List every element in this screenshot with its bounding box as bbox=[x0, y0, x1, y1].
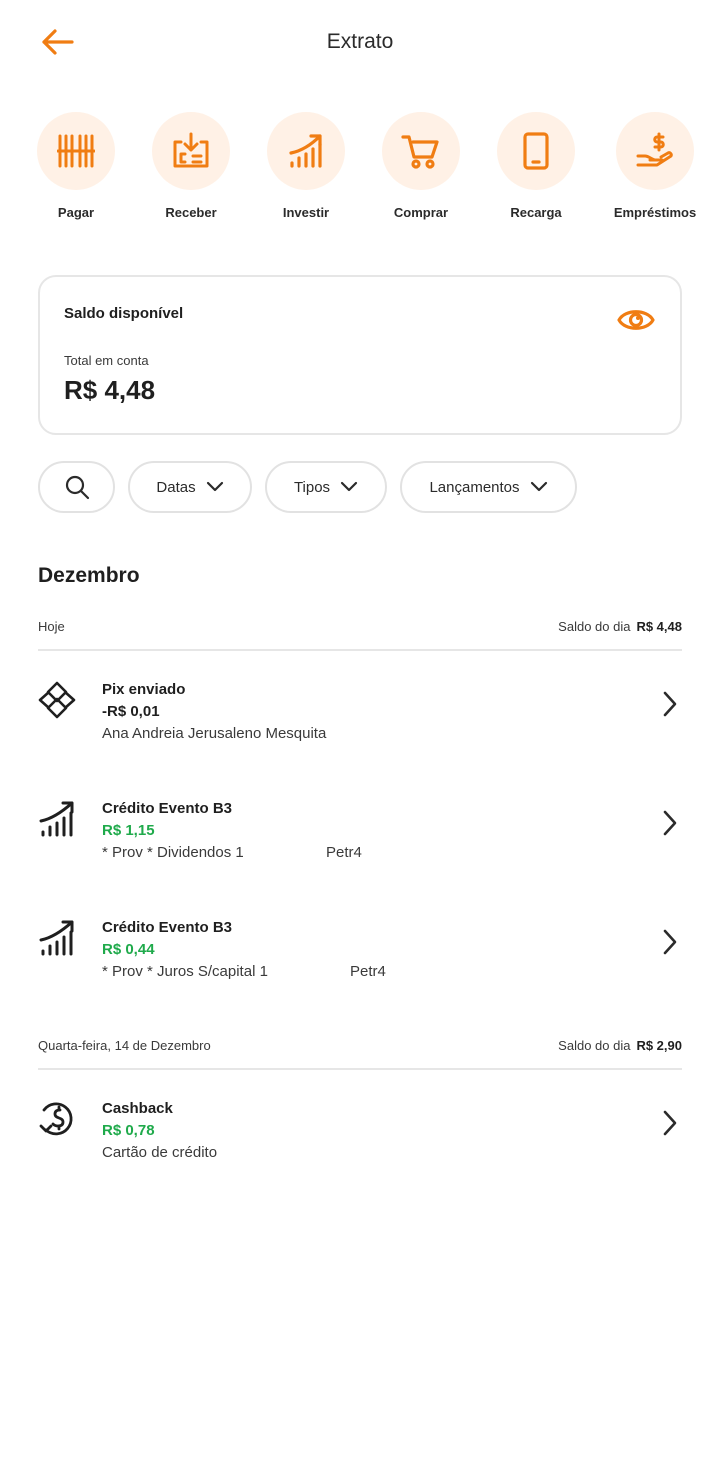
filter-dates[interactable]: Datas bbox=[128, 461, 252, 513]
tx-ticker: Petr4 bbox=[326, 844, 362, 861]
growth-chart-icon bbox=[39, 801, 74, 837]
action-circle bbox=[382, 112, 460, 190]
tx-icon-wrap bbox=[38, 800, 76, 838]
filter-label: Datas bbox=[156, 478, 196, 496]
tx-amount: R$ 0,44 bbox=[102, 941, 155, 958]
action-pagar[interactable]: Pagar bbox=[21, 112, 131, 220]
chevron-down-icon bbox=[530, 481, 547, 492]
action-circle bbox=[152, 112, 230, 190]
tx-icon-wrap bbox=[38, 919, 76, 957]
action-circle bbox=[37, 112, 115, 190]
day-balance-label: Saldo do dia bbox=[558, 1038, 631, 1053]
toggle-balance-button[interactable] bbox=[616, 303, 656, 337]
chevron-down-icon bbox=[206, 481, 223, 492]
transaction-item[interactable]: Pix enviado -R$ 0,01 Ana Andreia Jerusal… bbox=[38, 681, 682, 761]
filter-label: Tipos bbox=[293, 478, 331, 496]
chevron-down-icon bbox=[340, 481, 358, 492]
quick-actions: Pagar Receber Investir Comprar Recarga E… bbox=[0, 112, 720, 232]
transaction-item[interactable]: Crédito Evento B3 R$ 1,15 * Prov * Divid… bbox=[38, 800, 682, 880]
day-header: Quarta-feira, 14 de Dezembro Saldo do di… bbox=[38, 1030, 682, 1070]
filter-types[interactable]: Tipos bbox=[265, 461, 387, 513]
growth-chart-icon bbox=[289, 134, 322, 168]
action-receber[interactable]: Receber bbox=[136, 112, 246, 220]
tx-icon-wrap bbox=[38, 1100, 76, 1138]
action-label: Pagar bbox=[57, 205, 95, 220]
tx-title: Cashback bbox=[102, 1100, 173, 1117]
pix-icon bbox=[38, 681, 76, 719]
chevron-right-icon bbox=[658, 689, 682, 719]
action-label: Receber bbox=[165, 205, 217, 220]
hand-money-icon bbox=[636, 132, 673, 167]
header: Extrato bbox=[0, 0, 720, 90]
transaction-item[interactable]: Cashback R$ 0,78 Cartão de crédito bbox=[38, 1100, 682, 1180]
tx-description: * Prov * Dividendos 1 bbox=[102, 844, 244, 861]
tx-description: Cartão de crédito bbox=[102, 1144, 218, 1161]
day-balance: Saldo do dia R$ 2,90 bbox=[558, 1038, 682, 1053]
tx-description: * Prov * Juros S/capital 1 bbox=[102, 963, 268, 980]
day-balance-value: R$ 2,90 bbox=[636, 1038, 682, 1053]
balance-title: Saldo disponível bbox=[64, 305, 184, 322]
cashback-icon bbox=[39, 1102, 73, 1136]
tx-amount: R$ 0,78 bbox=[102, 1122, 155, 1139]
tx-icon-wrap bbox=[38, 681, 76, 719]
action-circle bbox=[616, 112, 694, 190]
action-investir[interactable]: Investir bbox=[251, 112, 361, 220]
tx-title: Crédito Evento B3 bbox=[102, 919, 233, 936]
phone-icon bbox=[523, 132, 549, 170]
action-circle bbox=[267, 112, 345, 190]
action-recarga[interactable]: Recarga bbox=[481, 112, 591, 220]
filter-label: Lançamentos bbox=[429, 478, 520, 496]
day-header: Hoje Saldo do dia R$ 4,48 bbox=[38, 611, 682, 651]
month-heading: Dezembro bbox=[38, 564, 140, 587]
action-label: Empréstimos bbox=[613, 205, 697, 220]
tx-amount: -R$ 0,01 bbox=[102, 703, 160, 720]
page-title: Extrato bbox=[326, 30, 394, 53]
tx-description: Ana Andreia Jerusaleno Mesquita bbox=[102, 725, 327, 742]
growth-chart-icon bbox=[39, 920, 74, 956]
action-label: Comprar bbox=[393, 205, 449, 220]
receive-money-icon bbox=[173, 132, 209, 168]
day-balance-label: Saldo do dia bbox=[558, 619, 631, 634]
search-icon bbox=[65, 475, 89, 500]
balance-value: R$ 4,48 bbox=[64, 375, 156, 405]
barcode-icon bbox=[57, 134, 95, 168]
day-label: Quarta-feira, 14 de Dezembro bbox=[38, 1038, 211, 1053]
day-balance: Saldo do dia R$ 4,48 bbox=[558, 619, 682, 634]
transaction-item[interactable]: Crédito Evento B3 R$ 0,44 * Prov * Juros… bbox=[38, 919, 682, 999]
day-balance-value: R$ 4,48 bbox=[636, 619, 682, 634]
action-label: Recarga bbox=[510, 205, 562, 220]
tx-title: Pix enviado bbox=[102, 681, 186, 698]
search-button[interactable] bbox=[38, 461, 115, 513]
action-emprestimos[interactable]: Empréstimos bbox=[600, 112, 710, 220]
action-circle bbox=[497, 112, 575, 190]
chevron-right-icon bbox=[658, 808, 682, 838]
day-label: Hoje bbox=[38, 619, 65, 634]
cart-icon bbox=[401, 135, 439, 169]
filter-entries[interactable]: Lançamentos bbox=[400, 461, 577, 513]
eye-icon bbox=[617, 310, 655, 330]
balance-card: Saldo disponível Total em conta R$ 4,48 bbox=[38, 275, 682, 435]
chevron-right-icon bbox=[658, 1108, 682, 1138]
action-label: Investir bbox=[282, 205, 330, 220]
chevron-right-icon bbox=[658, 927, 682, 957]
tx-amount: R$ 1,15 bbox=[102, 822, 155, 839]
filters: Datas Tipos Lançamentos bbox=[38, 461, 682, 513]
tx-ticker: Petr4 bbox=[350, 963, 386, 980]
action-comprar[interactable]: Comprar bbox=[366, 112, 476, 220]
tx-title: Crédito Evento B3 bbox=[102, 800, 233, 817]
balance-subtitle: Total em conta bbox=[64, 353, 149, 368]
